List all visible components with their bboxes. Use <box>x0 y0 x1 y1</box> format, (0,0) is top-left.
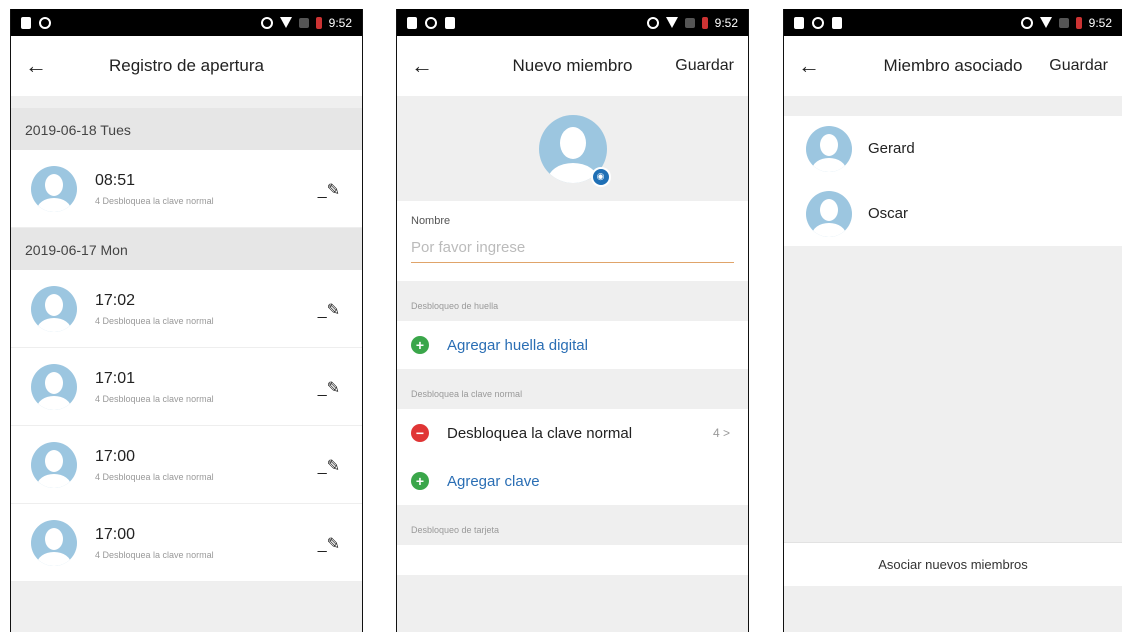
data-saver-icon <box>1020 16 1033 29</box>
app-notification-icon <box>39 16 51 29</box>
avatar <box>31 441 77 488</box>
associate-new-members-button[interactable]: Asociar nuevos miembros <box>784 542 1122 586</box>
status-time: 9:52 <box>714 15 738 30</box>
record-row[interactable]: 17:02 4 Desbloquea la clave normal _✎ <box>11 270 362 348</box>
image-notification-icon <box>445 16 455 29</box>
add-password-row[interactable]: + Agregar clave <box>397 457 748 505</box>
phone-screen-new-member: 9:52 ← Nuevo miembro Guardar ◉ Nombre De… <box>396 9 749 632</box>
password-section-label: Desbloquea la clave normal <box>397 369 748 409</box>
avatar-section: ◉ <box>397 96 748 201</box>
data-saver-icon <box>646 16 659 29</box>
app-header: ← Nuevo miembro Guardar <box>397 36 748 96</box>
status-bar: 9:52 <box>397 9 748 36</box>
app-header: ← Miembro asociado Guardar <box>784 36 1122 96</box>
member-item[interactable]: Gerard <box>784 116 1122 181</box>
sim-icon <box>794 16 804 29</box>
sim-icon <box>21 16 31 29</box>
status-time: 9:52 <box>1088 15 1112 30</box>
battery-icon <box>315 16 322 29</box>
phone-screen-associated-member: 9:52 ← Miembro asociado Guardar Gerard O… <box>783 9 1122 632</box>
name-label: Nombre <box>411 215 451 227</box>
signal-icon <box>298 17 309 28</box>
plus-icon: + <box>411 472 429 490</box>
record-time: 17:01 <box>95 369 136 387</box>
save-button[interactable]: Guardar <box>675 57 734 75</box>
battery-icon <box>1075 16 1082 29</box>
name-input[interactable] <box>411 237 734 263</box>
app-notification-icon <box>812 16 824 29</box>
name-field-block: Nombre <box>397 201 748 281</box>
member-name: Gerard <box>868 140 915 157</box>
signal-icon <box>684 17 695 28</box>
record-method: 4 Desbloquea la clave normal <box>95 195 214 206</box>
edit-icon[interactable]: _✎ <box>318 180 340 200</box>
data-saver-icon <box>260 16 273 29</box>
avatar <box>806 125 852 172</box>
camera-icon[interactable]: ◉ <box>590 166 611 187</box>
back-arrow-icon[interactable]: ← <box>25 53 55 79</box>
record-row[interactable]: 17:00 4 Desbloquea la clave normal _✎ <box>11 504 362 582</box>
edit-icon[interactable]: _✎ <box>318 534 340 554</box>
wifi-icon <box>665 17 678 28</box>
record-method: 4 Desbloquea la clave normal <box>95 471 214 482</box>
password-item-row[interactable]: − Desbloquea la clave normal 4 > <box>397 409 748 457</box>
record-time: 17:00 <box>95 525 136 543</box>
date-header: 2019-06-18 Tues <box>11 108 362 150</box>
edit-icon[interactable]: _✎ <box>318 300 340 320</box>
status-time: 9:52 <box>328 15 352 30</box>
fingerprint-section-label: Desbloqueo de huella <box>397 281 748 321</box>
image-notification-icon <box>832 16 842 29</box>
avatar <box>31 363 77 410</box>
battery-icon <box>701 16 708 29</box>
member-name: Oscar <box>868 205 909 222</box>
app-header: ← Registro de apertura <box>11 36 362 96</box>
member-item[interactable]: Oscar <box>784 181 1122 246</box>
back-arrow-icon[interactable]: ← <box>798 53 828 79</box>
record-row[interactable]: 08:51 4 Desbloquea la clave normal _✎ <box>11 150 362 228</box>
sim-icon <box>407 16 417 29</box>
wifi-icon <box>1039 17 1052 28</box>
minus-icon[interactable]: − <box>411 424 429 442</box>
record-time: 08:51 <box>95 171 136 189</box>
record-method: 4 Desbloquea la clave normal <box>95 315 214 326</box>
add-password-label: Agregar clave <box>447 472 540 490</box>
avatar <box>806 190 852 237</box>
password-count: 4 > <box>712 426 730 440</box>
save-button[interactable]: Guardar <box>1049 57 1108 75</box>
edit-icon[interactable]: _✎ <box>318 456 340 476</box>
member-list: Gerard Oscar <box>784 116 1122 246</box>
avatar <box>31 165 77 212</box>
signal-icon <box>1058 17 1069 28</box>
password-item-label: Desbloquea la clave normal <box>447 424 633 442</box>
back-arrow-icon[interactable]: ← <box>411 53 441 79</box>
add-fingerprint-row[interactable]: + Agregar huella digital <box>397 321 748 369</box>
app-notification-icon <box>425 16 437 29</box>
add-fingerprint-label: Agregar huella digital <box>447 336 588 354</box>
date-header: 2019-06-17 Mon <box>11 228 362 270</box>
card-row-partial <box>397 545 748 575</box>
record-method: 4 Desbloquea la clave normal <box>95 393 214 404</box>
avatar <box>31 285 77 332</box>
edit-icon[interactable]: _✎ <box>318 378 340 398</box>
record-row[interactable]: 17:00 4 Desbloquea la clave normal _✎ <box>11 426 362 504</box>
avatar <box>31 519 77 566</box>
page-title: Registro de apertura <box>109 56 264 75</box>
record-row[interactable]: 17:01 4 Desbloquea la clave normal _✎ <box>11 348 362 426</box>
status-bar: 9:52 <box>11 9 362 36</box>
status-bar: 9:52 <box>784 9 1122 36</box>
wifi-icon <box>279 17 292 28</box>
card-section-label: Desbloqueo de tarjeta <box>397 505 748 545</box>
member-avatar[interactable]: ◉ <box>538 114 611 187</box>
record-method: 4 Desbloquea la clave normal <box>95 549 214 560</box>
record-time: 17:02 <box>95 291 136 309</box>
record-time: 17:00 <box>95 447 136 465</box>
screenshot-stage: 9:52 ← Registro de apertura 2019-06-18 T… <box>0 0 1122 632</box>
phone-screen-opening-log: 9:52 ← Registro de apertura 2019-06-18 T… <box>10 9 363 632</box>
plus-icon: + <box>411 336 429 354</box>
